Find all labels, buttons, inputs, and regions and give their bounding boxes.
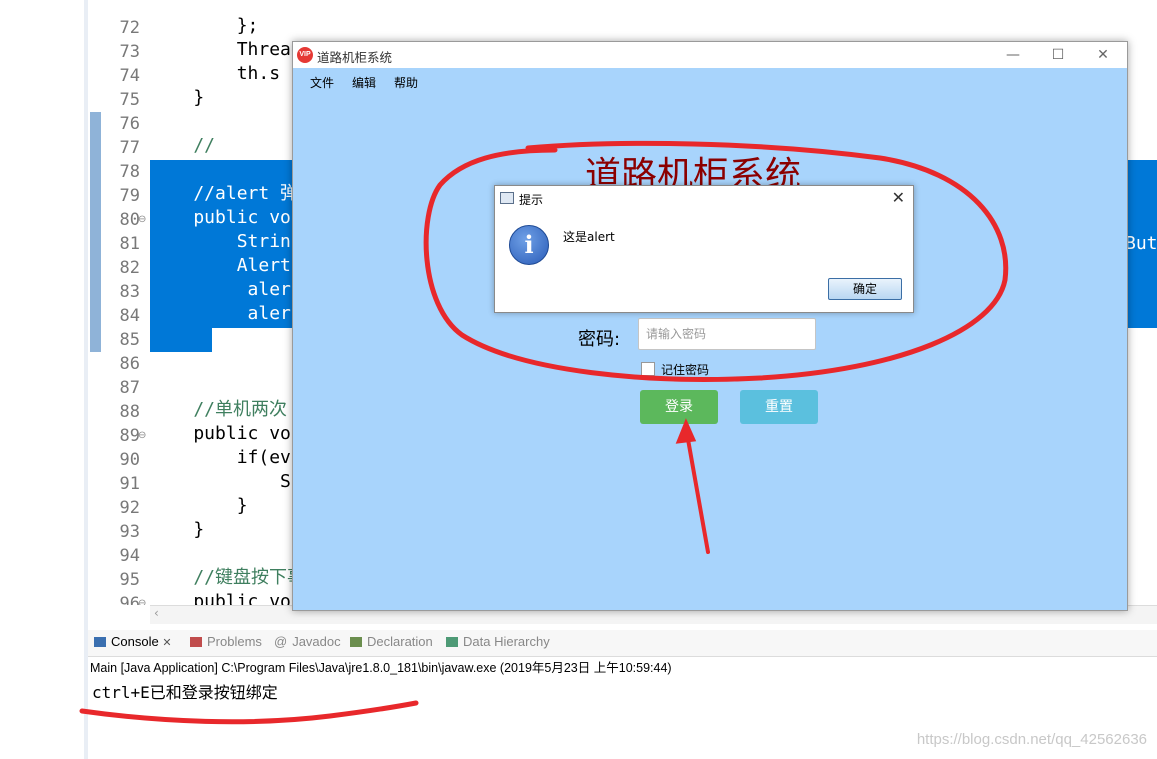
remember-password-checkbox[interactable]: 记住密码 bbox=[641, 361, 709, 378]
alert-ok-button[interactable]: 确定 bbox=[828, 278, 902, 300]
line-number: 95 bbox=[119, 570, 140, 590]
close-icon[interactable]: ✕ bbox=[162, 637, 171, 649]
code-line: //alert 弹 bbox=[150, 183, 299, 204]
tab-javadoc[interactable]: @ Javadoc bbox=[274, 634, 341, 649]
at-icon: @ bbox=[274, 634, 288, 649]
line-number: 81 bbox=[119, 234, 140, 254]
alert-title: 提示 bbox=[519, 193, 544, 207]
line-number: 82 bbox=[119, 258, 140, 278]
code-line: //单机两次 bbox=[150, 399, 288, 420]
line-number: 85 bbox=[119, 330, 140, 350]
close-button[interactable]: ✕ bbox=[1083, 44, 1123, 66]
tab-problems[interactable]: Problems bbox=[190, 634, 262, 649]
line-number: 73 bbox=[119, 42, 140, 62]
info-icon: i bbox=[509, 225, 549, 265]
line-number: 75 bbox=[119, 90, 140, 110]
line-number: 84 bbox=[119, 306, 140, 326]
line-number: 80 bbox=[119, 210, 140, 230]
code-fragment-right: Butt bbox=[1125, 233, 1157, 254]
line-number: 86 bbox=[119, 354, 140, 374]
alert-dialog: 提示 ✕ i 这是alert 确定 bbox=[494, 185, 914, 313]
code-line: //键盘按下事 bbox=[150, 567, 306, 588]
scroll-left-arrow-icon[interactable]: ‹ bbox=[154, 606, 159, 620]
menu-edit[interactable]: 编辑 bbox=[352, 74, 376, 91]
line-number: 72 bbox=[119, 18, 140, 38]
watermark: https://blog.csdn.net/qq_42562636 bbox=[916, 731, 1147, 748]
app-logo-icon: VIP bbox=[297, 47, 313, 63]
line-number: 87 bbox=[119, 378, 140, 398]
window-icon bbox=[500, 192, 514, 204]
fold-toggle-icon[interactable]: ⊖ bbox=[138, 430, 146, 441]
annotation-underline bbox=[79, 700, 419, 725]
line-number: 76 bbox=[119, 114, 140, 134]
code-line: } bbox=[150, 495, 248, 516]
console-process-path: Main [Java Application] C:\Program Files… bbox=[90, 661, 672, 675]
code-line: if(ev bbox=[150, 447, 291, 468]
code-line: aler bbox=[150, 303, 291, 324]
app-title-bar[interactable]: VIP 道路机柜系统 — ☐ ✕ bbox=[293, 42, 1127, 68]
line-number: 78 bbox=[119, 162, 140, 182]
line-number: 89 bbox=[119, 426, 140, 446]
console-tab-bar: Console ✕ Problems @ Javadoc Declaration … bbox=[88, 630, 1157, 657]
reset-button[interactable]: 重置 bbox=[740, 390, 818, 424]
hierarchy-icon bbox=[446, 637, 458, 647]
line-number: 93 bbox=[119, 522, 140, 542]
code-line: aler bbox=[150, 279, 291, 300]
fold-toggle-icon[interactable]: ⊖ bbox=[138, 214, 146, 225]
line-number: 90 bbox=[119, 450, 140, 470]
problems-icon bbox=[190, 637, 202, 647]
alert-message: 这是alert bbox=[563, 230, 615, 244]
code-line: S bbox=[150, 471, 291, 492]
tab-data-hierarchy[interactable]: Data Hierarchy bbox=[446, 634, 550, 649]
line-number: 88 bbox=[119, 402, 140, 422]
line-number: 77 bbox=[119, 138, 140, 158]
console-icon bbox=[94, 637, 106, 647]
menu-bar: 文件 编辑 帮助 bbox=[293, 68, 1127, 94]
fold-toggle-icon[interactable]: ⊖ bbox=[138, 598, 146, 605]
alert-close-button[interactable]: ✕ bbox=[892, 188, 905, 207]
code-line: }; bbox=[150, 15, 259, 36]
declaration-icon bbox=[350, 637, 362, 647]
code-line: aler bbox=[150, 327, 291, 348]
console-output[interactable]: ctrl+E已和登录按钮绑定 bbox=[92, 679, 278, 703]
line-number: 79 bbox=[119, 186, 140, 206]
line-number: 92 bbox=[119, 498, 140, 518]
line-number: 83 bbox=[119, 282, 140, 302]
alert-title-bar[interactable]: 提示 ✕ bbox=[495, 186, 913, 211]
line-number: 94 bbox=[119, 546, 140, 566]
code-line: // bbox=[150, 135, 216, 156]
tab-console[interactable]: Console ✕ bbox=[94, 634, 172, 649]
line-number: 91 bbox=[119, 474, 140, 494]
code-line: public vo bbox=[150, 423, 291, 444]
remember-password-label: 记住密码 bbox=[661, 363, 710, 377]
alert-body: i 这是alert 确定 bbox=[495, 211, 913, 312]
line-number: 96 bbox=[119, 594, 140, 605]
checkbox-box[interactable] bbox=[641, 362, 655, 376]
code-line: } bbox=[150, 519, 205, 540]
app-window-title: 道路机柜系统 bbox=[317, 50, 393, 65]
code-line: } bbox=[150, 351, 216, 372]
code-line: public vo bbox=[150, 207, 291, 228]
login-button[interactable]: 登录 bbox=[640, 390, 718, 424]
app-window: VIP 道路机柜系统 — ☐ ✕ 文件 编辑 帮助 道路机柜系统 密码: 请输入… bbox=[292, 41, 1128, 611]
code-line: public vo bbox=[150, 591, 291, 605]
menu-file[interactable]: 文件 bbox=[310, 74, 334, 91]
menu-help[interactable]: 帮助 bbox=[394, 74, 418, 91]
password-label: 密码: bbox=[578, 329, 621, 350]
maximize-button[interactable]: ☐ bbox=[1038, 44, 1078, 66]
line-number: 74 bbox=[119, 66, 140, 86]
tab-declaration[interactable]: Declaration bbox=[350, 634, 433, 649]
password-input[interactable]: 请输入密码 bbox=[638, 318, 816, 350]
code-line: th.s bbox=[150, 63, 281, 84]
minimize-button[interactable]: — bbox=[993, 44, 1033, 66]
code-line: } bbox=[150, 87, 205, 108]
code-line: Strin bbox=[150, 231, 291, 252]
code-line: Alert bbox=[150, 255, 291, 276]
